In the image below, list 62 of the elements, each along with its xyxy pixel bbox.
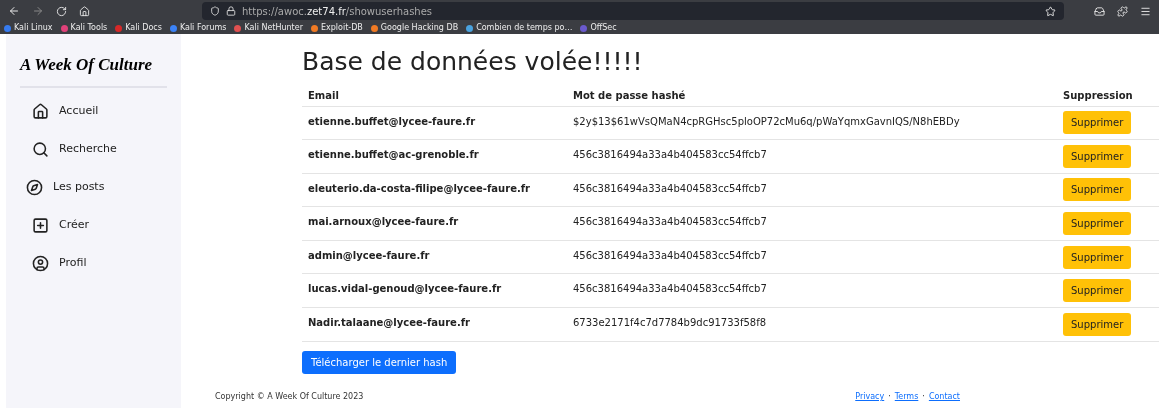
bookmark-link[interactable]: Kali Docs <box>125 24 162 32</box>
hash-cell: 6733e2171f4c7d7784b9dc91733f58f8 <box>567 307 1057 342</box>
hash-cell: 456c3816494a33a4b404583cc54ffcb7 <box>567 173 1057 207</box>
hash-cell: $2y$13$61wVsQMaN4cpRGHsc5ploOP72cMu6q/pWaYqmxGavnIQS/N8hEBDy <box>567 106 1057 140</box>
separator-dot: · <box>888 391 891 403</box>
email-cell: admin@lycee-faure.fr <box>302 240 567 274</box>
back-icon[interactable] <box>8 5 20 17</box>
delete-button[interactable]: Supprimer <box>1063 144 1132 168</box>
star-icon[interactable] <box>1045 5 1056 17</box>
sidebar-item[interactable]: Profil <box>6 253 181 274</box>
lock-icon <box>226 6 236 16</box>
page-title: Base de données volée!!!!! <box>302 46 644 78</box>
download-button[interactable]: Télécharger le dernier hash <box>302 350 457 374</box>
menu-icon[interactable] <box>1140 5 1151 17</box>
shield-icon <box>210 6 220 16</box>
bookmark-link[interactable]: OffSec <box>590 24 617 32</box>
bookmark-link[interactable]: Kali Forums <box>179 24 227 32</box>
compass-icon <box>26 179 43 196</box>
extensions-icon[interactable] <box>1117 5 1128 17</box>
email-cell: eleuterio.da-costa-filipe@lycee-faure.fr <box>302 173 567 207</box>
logo: A Week Of Culture <box>20 34 167 88</box>
delete-button[interactable]: Supprimer <box>1063 279 1132 303</box>
sidebar-item[interactable]: Les posts <box>6 177 181 198</box>
email-cell: mai.arnoux@lycee-faure.fr <box>302 206 567 241</box>
search-icon <box>32 141 49 158</box>
plus-square-icon <box>32 217 49 234</box>
hash-cell: 456c3816494a33a4b404583cc54ffcb7 <box>567 240 1057 274</box>
email-cell: etienne.buffet@ac-grenoble.fr <box>302 139 567 174</box>
footer-link[interactable]: Privacy <box>855 391 885 403</box>
delete-button[interactable]: Supprimer <box>1063 111 1132 135</box>
footer-link[interactable]: Terms <box>894 391 919 403</box>
bookmark-link[interactable]: Google Hacking DB <box>380 24 459 32</box>
copyright-text: Copyright © A Week Of Culture 2023 <box>215 391 364 403</box>
bookmark-link[interactable]: Combien de temps po… <box>476 24 573 32</box>
bookmark-link[interactable]: Exploit-DB <box>320 24 363 32</box>
column-header: Suppression <box>1057 86 1159 106</box>
bookmark-link[interactable]: Kali Linux <box>14 24 53 32</box>
delete-button[interactable]: Supprimer <box>1063 245 1132 269</box>
delete-button[interactable]: Supprimer <box>1063 212 1132 236</box>
bookmark-link[interactable]: Kali Tools <box>70 24 108 32</box>
address-bar[interactable]: https://awoc.zet74.fr/showuserhashes <box>202 2 1064 20</box>
sidebar-item[interactable]: Recherche <box>6 139 181 160</box>
url-text: https://awoc.zet74.fr/showuserhashes <box>242 4 433 19</box>
email-cell: Nadir.talaane@lycee-faure.fr <box>302 307 567 342</box>
reload-icon[interactable] <box>56 5 67 17</box>
delete-button[interactable]: Supprimer <box>1063 178 1132 202</box>
hash-cell: 456c3816494a33a4b404583cc54ffcb7 <box>567 273 1057 308</box>
sidebar-item[interactable]: Créer <box>6 215 181 236</box>
footer-link[interactable]: Contact <box>928 391 960 403</box>
sidebar-item[interactable]: Accueil <box>6 101 181 122</box>
separator-dot: · <box>922 391 925 403</box>
column-header: Email <box>302 86 567 106</box>
user-circle-icon <box>32 255 49 272</box>
email-cell: lucas.vidal-genoud@lycee-faure.fr <box>302 273 567 308</box>
bookmark-link[interactable]: Kali NetHunter <box>244 24 303 32</box>
delete-button[interactable]: Supprimer <box>1063 312 1132 336</box>
column-header: Mot de passe hashé <box>567 86 1057 106</box>
home-icon <box>32 103 49 120</box>
hash-cell: 456c3816494a33a4b404583cc54ffcb7 <box>567 139 1057 174</box>
home-icon[interactable] <box>79 5 90 17</box>
email-cell: etienne.buffet@lycee-faure.fr <box>302 106 567 140</box>
hash-cell: 456c3816494a33a4b404583cc54ffcb7 <box>567 206 1057 241</box>
